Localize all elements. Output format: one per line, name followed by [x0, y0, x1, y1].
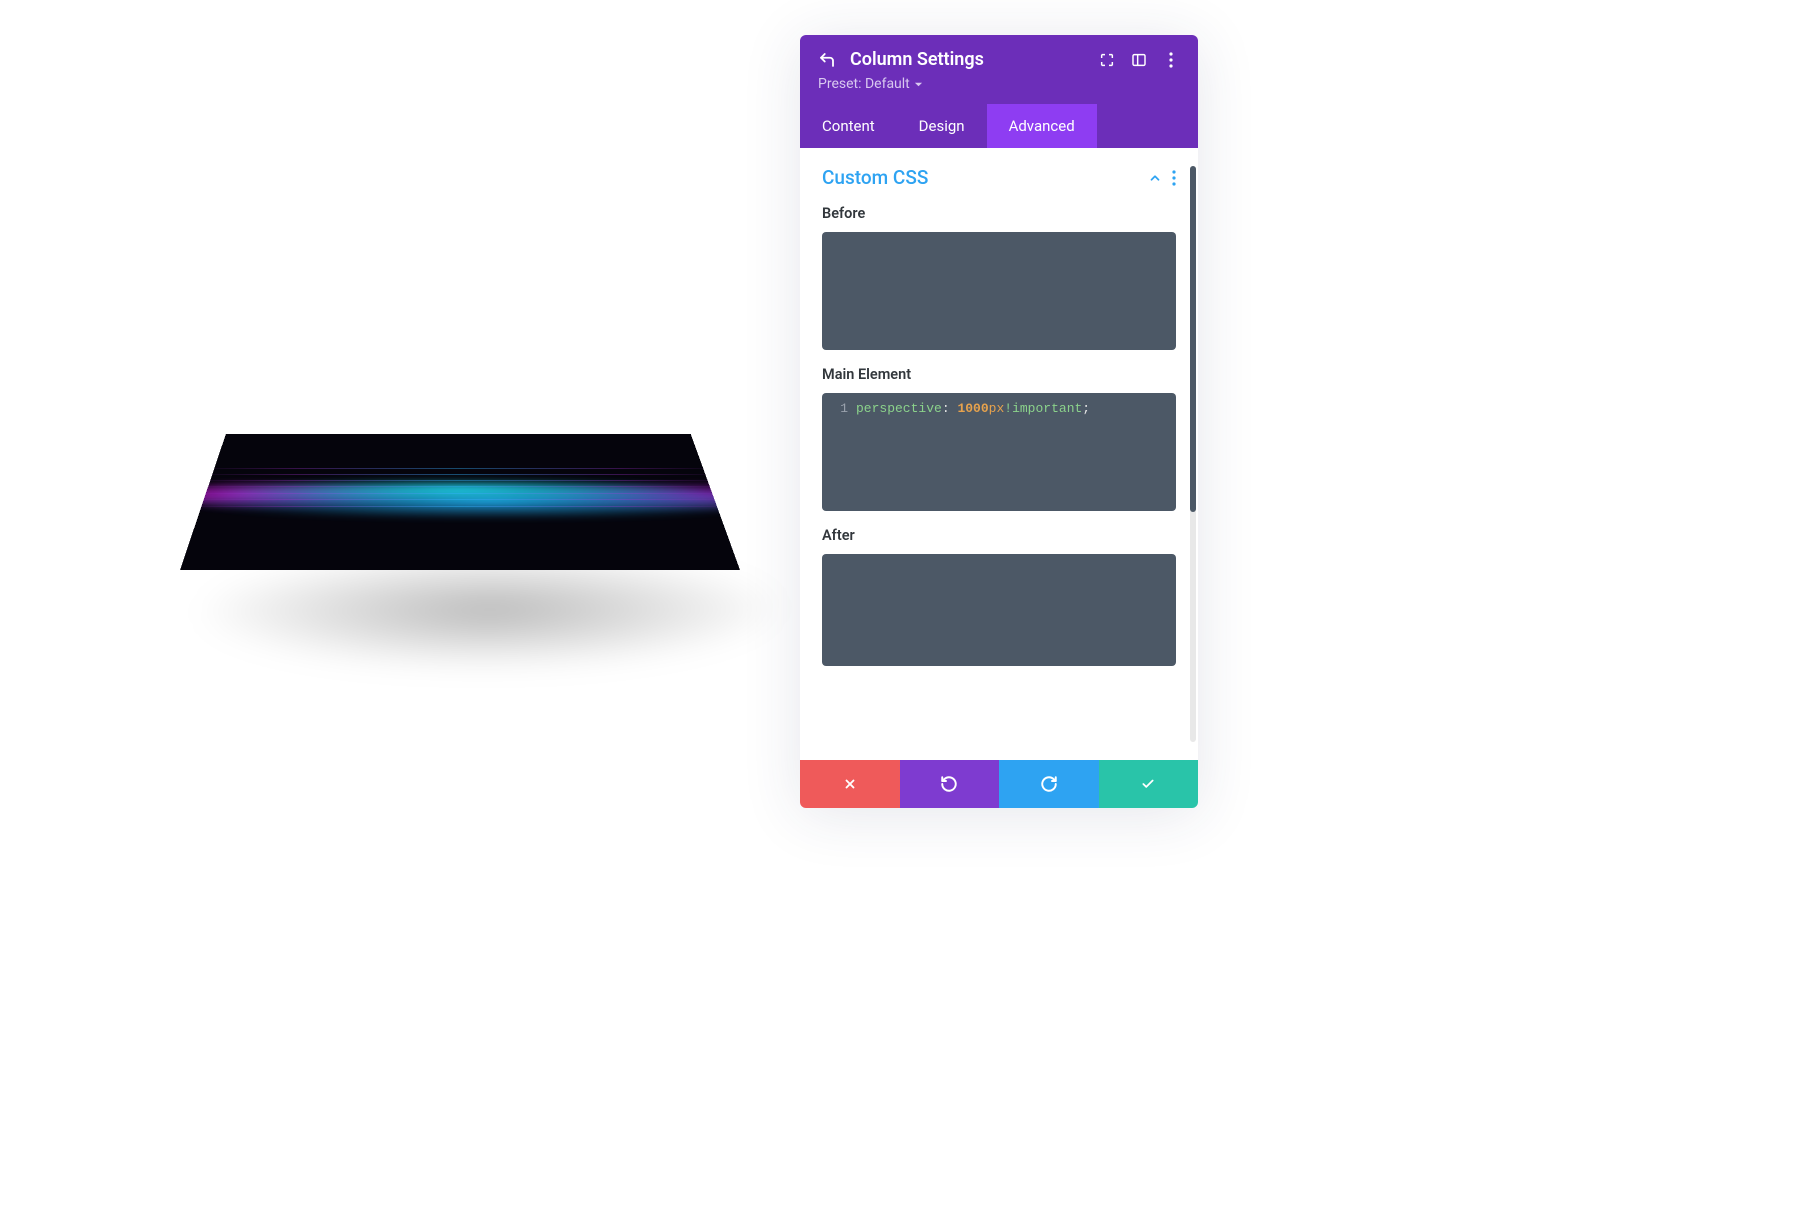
panel-body: Custom CSS Before Main Element 1 perspec… — [800, 148, 1198, 760]
section-header: Custom CSS — [800, 166, 1198, 199]
redo-icon — [1040, 775, 1058, 793]
more-icon[interactable] — [1162, 51, 1180, 69]
tab-advanced[interactable]: Advanced — [987, 104, 1097, 148]
token-unit: px — [989, 401, 1005, 416]
undo-icon — [940, 775, 958, 793]
expand-icon[interactable] — [1098, 51, 1116, 69]
token-semicolon: ; — [1082, 401, 1090, 416]
preview-image — [180, 434, 740, 570]
panel-footer — [800, 760, 1198, 808]
line-number: 1 — [832, 401, 848, 416]
after-css-input[interactable] — [822, 554, 1176, 666]
collapse-icon[interactable] — [1148, 171, 1162, 185]
token-property: perspective — [856, 401, 942, 416]
settings-panel: Column Settings Preset: Default Content … — [800, 35, 1198, 808]
section-more-icon[interactable] — [1172, 170, 1176, 186]
preset-selector[interactable]: Preset: Default — [818, 76, 1180, 92]
check-icon — [1139, 777, 1157, 791]
preset-label: Preset: Default — [818, 76, 910, 92]
token-important: !important — [1004, 401, 1082, 416]
scrollbar[interactable] — [1190, 166, 1196, 742]
redo-button[interactable] — [999, 760, 1099, 808]
panel-title: Column Settings — [850, 49, 1084, 70]
before-label: Before — [822, 205, 1176, 222]
scrollbar-thumb[interactable] — [1190, 166, 1196, 512]
tabs: Content Design Advanced — [800, 104, 1198, 148]
tab-design[interactable]: Design — [897, 104, 987, 148]
cancel-button[interactable] — [800, 760, 900, 808]
main-element-css-input[interactable]: 1 perspective: 1000px!important; — [822, 393, 1176, 511]
sidebar-toggle-icon[interactable] — [1130, 51, 1148, 69]
before-css-input[interactable] — [822, 232, 1176, 350]
preview-3d-container — [100, 260, 800, 680]
save-button[interactable] — [1099, 760, 1199, 808]
chevron-down-icon — [914, 80, 923, 89]
panel-header: Column Settings Preset: Default — [800, 35, 1198, 104]
main-element-label: Main Element — [822, 366, 1176, 383]
after-label: After — [822, 527, 1176, 544]
section-title: Custom CSS — [822, 166, 1148, 189]
undo-button[interactable] — [900, 760, 1000, 808]
token-colon: : — [942, 401, 950, 416]
token-number: 1000 — [957, 401, 988, 416]
scroll-area: Before Main Element 1 perspective: 1000p… — [800, 199, 1198, 759]
tab-content[interactable]: Content — [800, 104, 897, 148]
back-icon[interactable] — [818, 51, 836, 69]
close-icon — [843, 777, 857, 791]
code-line-1: 1 perspective: 1000px!important; — [832, 401, 1166, 416]
